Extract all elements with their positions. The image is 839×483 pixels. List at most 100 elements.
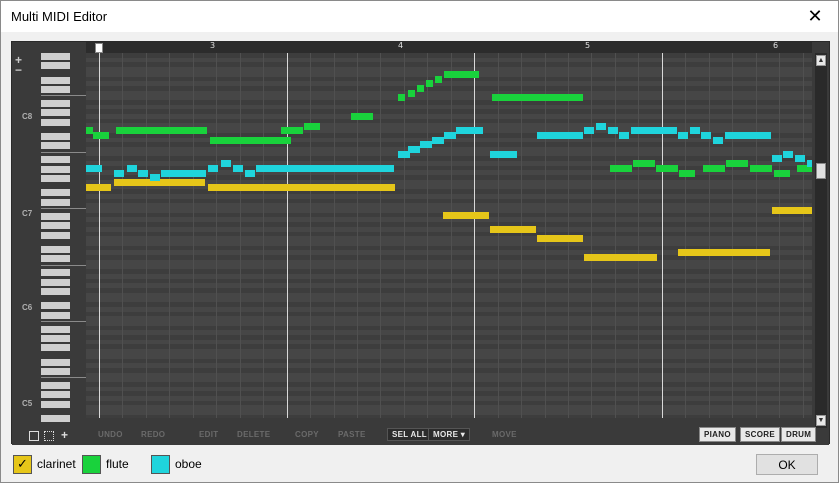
- black-key[interactable]: [41, 400, 70, 408]
- redo-button[interactable]: REDO: [141, 430, 165, 439]
- note-oboe[interactable]: [208, 164, 218, 172]
- black-key[interactable]: [41, 76, 70, 84]
- black-key[interactable]: [41, 288, 70, 295]
- black-key[interactable]: [41, 335, 70, 342]
- note-oboe[interactable]: [444, 131, 456, 139]
- select-all-button[interactable]: SEL ALL: [387, 428, 432, 441]
- track-flute[interactable]: flute: [82, 454, 129, 474]
- note-oboe[interactable]: [783, 150, 793, 158]
- black-key[interactable]: [41, 358, 70, 366]
- black-key[interactable]: [41, 269, 70, 277]
- note-oboe[interactable]: [408, 146, 420, 153]
- note-oboe[interactable]: [807, 160, 812, 168]
- scroll-down-icon[interactable]: ▼: [816, 415, 826, 426]
- black-key[interactable]: [41, 118, 70, 126]
- note-flute[interactable]: [633, 160, 655, 168]
- note-oboe[interactable]: [596, 122, 606, 130]
- ok-button[interactable]: OK: [756, 454, 818, 475]
- note-oboe[interactable]: [701, 131, 711, 139]
- note-oboe[interactable]: [161, 169, 206, 177]
- black-key[interactable]: [41, 132, 70, 140]
- note-flute[interactable]: [726, 160, 748, 168]
- black-key[interactable]: [41, 198, 70, 206]
- note-flute[interactable]: [435, 75, 442, 83]
- note-flute[interactable]: [750, 164, 772, 172]
- note-clarinet[interactable]: [678, 249, 770, 257]
- note-oboe[interactable]: [690, 127, 700, 135]
- note-oboe[interactable]: [584, 127, 594, 135]
- note-flute[interactable]: [281, 127, 303, 135]
- note-oboe[interactable]: [608, 127, 618, 135]
- close-icon[interactable]: ✕: [792, 1, 838, 32]
- note-oboe[interactable]: [432, 136, 444, 144]
- note-flute[interactable]: [679, 169, 695, 177]
- note-oboe[interactable]: [678, 131, 688, 139]
- note-flute[interactable]: [610, 164, 632, 172]
- note-oboe[interactable]: [537, 131, 583, 139]
- black-key[interactable]: [41, 142, 70, 150]
- black-key[interactable]: [41, 175, 70, 183]
- note-flute[interactable]: [444, 70, 479, 78]
- note-oboe[interactable]: [233, 164, 243, 172]
- note-oboe[interactable]: [631, 127, 677, 135]
- black-key[interactable]: [41, 189, 70, 197]
- edit-button[interactable]: EDIT: [199, 430, 218, 439]
- playhead-marker[interactable]: [95, 43, 103, 53]
- black-key[interactable]: [41, 109, 70, 117]
- black-key[interactable]: [41, 156, 70, 164]
- note-oboe[interactable]: [114, 169, 124, 177]
- note-clarinet[interactable]: [86, 183, 111, 191]
- note-clarinet[interactable]: [208, 183, 395, 191]
- black-key[interactable]: [41, 302, 70, 310]
- track-clarinet[interactable]: ✓ clarinet: [13, 454, 76, 474]
- note-flute[interactable]: [703, 164, 725, 172]
- note-oboe[interactable]: [150, 174, 160, 182]
- note-flute[interactable]: [93, 131, 109, 139]
- note-oboe[interactable]: [245, 169, 255, 177]
- black-key[interactable]: [41, 344, 70, 352]
- more-dropdown[interactable]: MORE ▾: [428, 428, 471, 441]
- note-oboe[interactable]: [256, 164, 394, 172]
- track-checkbox-oboe[interactable]: [151, 454, 170, 474]
- paste-button[interactable]: PASTE: [338, 430, 366, 439]
- black-key[interactable]: [41, 231, 70, 239]
- drum-view-button[interactable]: DRUM: [781, 427, 817, 442]
- note-flute[interactable]: [86, 127, 93, 135]
- track-checkbox-flute[interactable]: [82, 454, 101, 474]
- track-checkbox-clarinet[interactable]: ✓: [13, 454, 32, 474]
- select-tool-icon[interactable]: [29, 431, 39, 441]
- black-key[interactable]: [41, 222, 70, 230]
- black-key[interactable]: [41, 325, 70, 333]
- note-flute[interactable]: [774, 169, 790, 177]
- note-flute[interactable]: [417, 84, 424, 92]
- black-key[interactable]: [41, 53, 70, 60]
- black-key[interactable]: [41, 414, 70, 422]
- note-flute[interactable]: [210, 136, 291, 144]
- note-clarinet[interactable]: [490, 225, 536, 233]
- note-flute[interactable]: [408, 89, 415, 97]
- note-clarinet[interactable]: [537, 235, 583, 243]
- note-oboe[interactable]: [456, 127, 483, 135]
- note-oboe[interactable]: [772, 155, 782, 163]
- black-key[interactable]: [41, 245, 70, 253]
- black-key[interactable]: [41, 391, 70, 399]
- add-note-icon[interactable]: +: [61, 428, 68, 442]
- scroll-thumb[interactable]: [816, 163, 826, 179]
- black-key[interactable]: [41, 212, 70, 220]
- move-button[interactable]: MOVE: [492, 430, 517, 439]
- track-oboe[interactable]: oboe: [151, 454, 202, 474]
- note-flute[interactable]: [398, 94, 405, 102]
- piano-view-button[interactable]: PIANO: [699, 427, 736, 442]
- note-oboe[interactable]: [713, 136, 723, 144]
- note-oboe[interactable]: [619, 131, 629, 139]
- score-view-button[interactable]: SCORE: [740, 427, 780, 442]
- black-key[interactable]: [41, 255, 70, 263]
- note-oboe[interactable]: [86, 164, 102, 172]
- note-flute[interactable]: [656, 164, 678, 172]
- note-oboe[interactable]: [725, 131, 771, 139]
- black-key[interactable]: [41, 62, 70, 70]
- note-oboe[interactable]: [795, 155, 805, 163]
- vertical-scrollbar[interactable]: ▲ ▼: [815, 53, 827, 428]
- marquee-tool-icon[interactable]: [44, 431, 54, 441]
- note-flute[interactable]: [351, 113, 373, 121]
